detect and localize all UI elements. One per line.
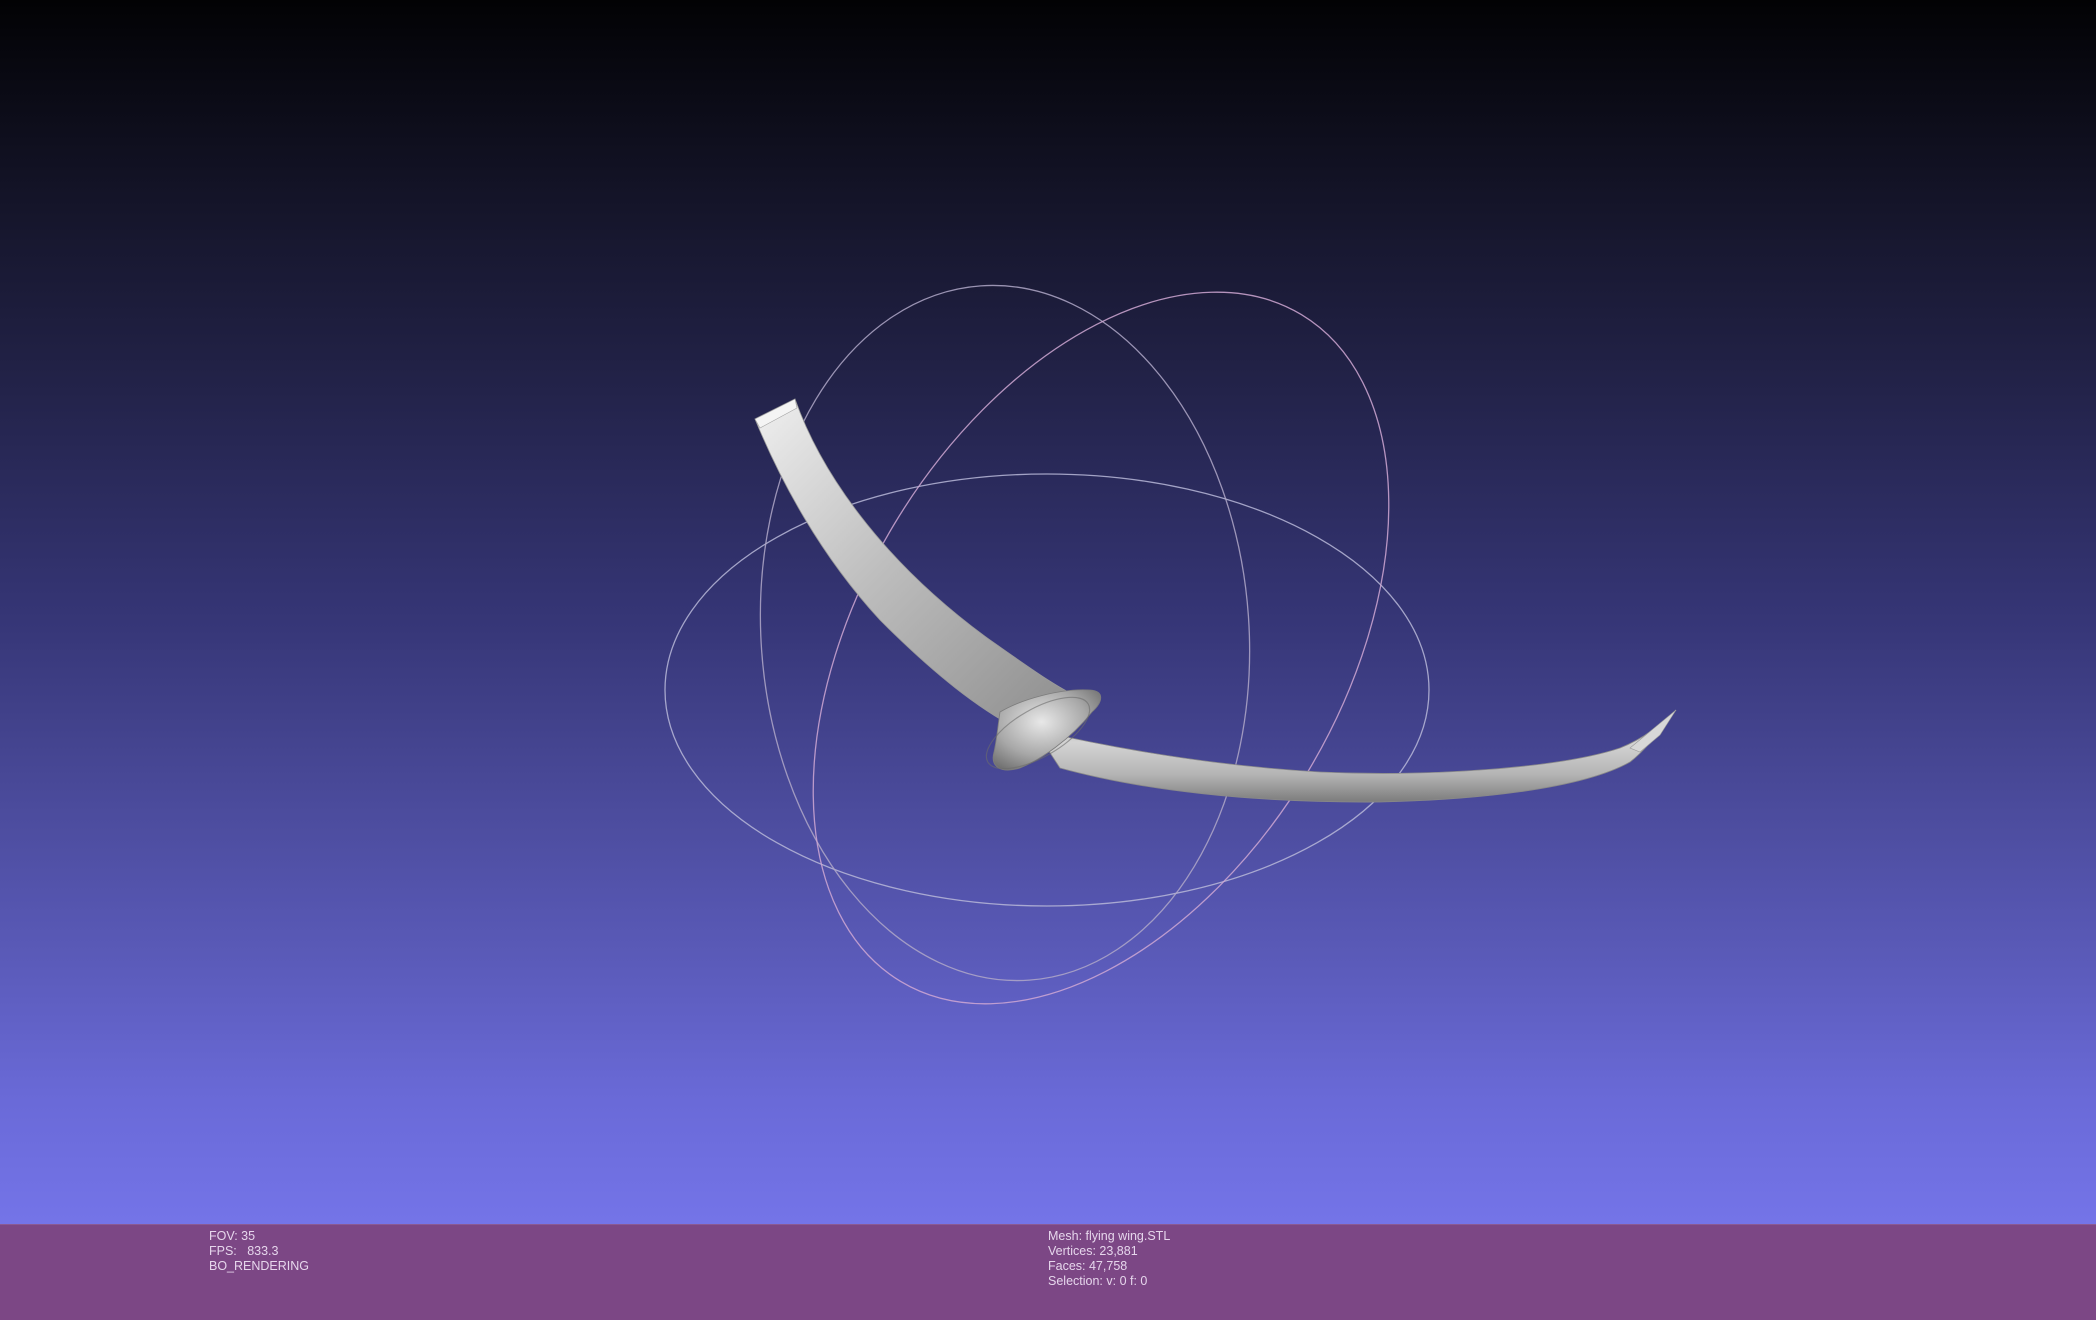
- trackball-ring-tilted[interactable]: [694, 190, 1508, 1105]
- left-wing-surface: [754, 398, 1086, 736]
- selection-readout: Selection: v: 0 f: 0: [1048, 1274, 1148, 1288]
- fps-readout: FPS: 833.3: [209, 1244, 279, 1258]
- right-wing-tip: [1629, 709, 1677, 753]
- render-info-panel: FOV: 35 FPS: 833.3 BO_RENDERING: [209, 1229, 309, 1274]
- trackball-ring-vertical[interactable]: [737, 269, 1272, 997]
- 3d-viewport[interactable]: [0, 0, 2096, 1224]
- trackball-gizmo[interactable]: [664, 190, 1508, 1105]
- mesh-model-flying-wing[interactable]: [754, 398, 1677, 803]
- faces-readout: Faces: 47,758: [1048, 1259, 1128, 1273]
- vertices-readout: Vertices: 23,881: [1048, 1244, 1138, 1258]
- scene-canvas[interactable]: [0, 0, 2096, 1224]
- mesh-info-panel: Mesh: flying wing.STL Vertices: 23,881 F…: [1048, 1229, 1170, 1289]
- fov-readout: FOV: 35: [209, 1229, 256, 1243]
- mesh-name-readout: Mesh: flying wing.STL: [1048, 1229, 1171, 1243]
- right-wing-surface: [1034, 709, 1677, 803]
- render-mode-readout: BO_RENDERING: [209, 1259, 310, 1273]
- status-info-bar: FOV: 35 FPS: 833.3 BO_RENDERING Mesh: fl…: [0, 1224, 2096, 1320]
